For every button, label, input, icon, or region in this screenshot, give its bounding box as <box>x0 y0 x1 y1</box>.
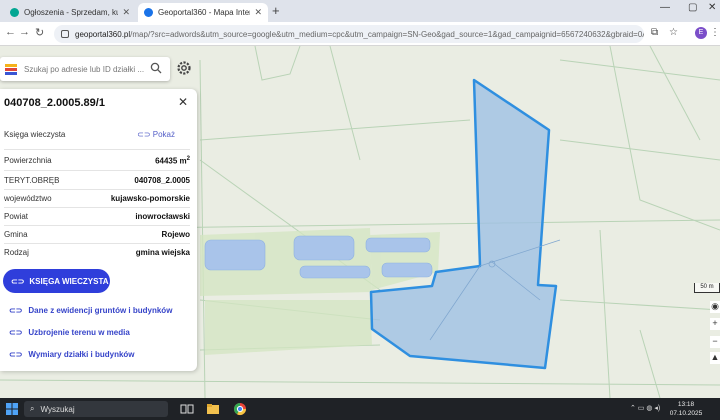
task-view-icon[interactable] <box>180 402 194 416</box>
locate-icon[interactable]: ◉ <box>710 301 720 313</box>
link-land-registry-data[interactable]: ⊂⊃ Dane z ewidencji gruntów i budynków <box>9 306 172 315</box>
field-value: inowrocławski <box>135 212 190 221</box>
field-value: Rojewo <box>161 230 190 239</box>
site-info-icon[interactable] <box>61 30 69 38</box>
minimize-icon[interactable]: — <box>660 2 670 13</box>
field-row-voivodeship: województwo kujawsko-pomorskie <box>4 194 190 203</box>
field-label: Gmina <box>4 230 28 239</box>
divider <box>4 207 190 208</box>
taskbar-search-input[interactable] <box>40 404 151 414</box>
field-label: województwo <box>4 194 52 203</box>
compass-icon[interactable]: ▲ <box>710 352 720 364</box>
tray-icons[interactable]: ⌃ ▭ ◍ ◂) <box>630 404 660 412</box>
field-value: gmina wiejska <box>135 248 190 257</box>
olx-favicon-icon <box>10 8 19 17</box>
maximize-icon[interactable]: ▢ <box>688 2 697 13</box>
close-window-icon[interactable]: ✕ <box>708 2 716 13</box>
field-value: 040708_2.0005 <box>134 176 190 185</box>
field-row-county: Powiat inowrocławski <box>4 212 190 221</box>
geoportal-logo-icon <box>5 64 17 75</box>
land-register-button[interactable]: ⊂⊃ KSIĘGA WIECZYSTA <box>3 269 110 293</box>
gear-icon[interactable] <box>174 58 194 78</box>
field-value: 64435 m2 <box>155 156 190 166</box>
kw-show-link[interactable]: ⊂⊃ Pokaż <box>137 130 175 139</box>
divider <box>4 225 190 226</box>
link-chain-icon: ⊂⊃ <box>137 130 151 139</box>
profile-avatar[interactable]: E <box>695 27 707 39</box>
clock-time: 13:18 <box>677 401 695 408</box>
map-search-box <box>0 57 170 81</box>
bookmark-star-icon[interactable]: ☆ <box>669 27 678 38</box>
field-label: Powiat <box>4 212 29 221</box>
file-explorer-icon[interactable] <box>206 402 220 416</box>
tab-label: Geoportal360 - Mapa Interakty <box>158 8 250 17</box>
search-icon[interactable] <box>150 62 162 74</box>
tab-ogloszenia[interactable]: Ogłoszenia - Sprzedam, kupię - ✕ <box>4 3 136 22</box>
zoom-out-icon[interactable]: − <box>710 336 720 348</box>
divider <box>4 243 190 244</box>
link-chain-icon: ⊂⊃ <box>9 350 23 359</box>
taskbar-search[interactable]: ⌕ <box>24 401 168 417</box>
link-utilities[interactable]: ⊂⊃ Uzbrojenie terenu w media <box>9 328 130 337</box>
field-row-type: Rodzaj gmina wiejska <box>4 248 190 257</box>
search-input[interactable] <box>24 64 144 74</box>
windows-start-icon[interactable] <box>6 403 18 415</box>
kw-label: Księga wieczysta <box>4 130 66 139</box>
field-value: kujawsko-pomorskie <box>110 194 190 203</box>
divider <box>4 189 190 190</box>
url-path: /map/?src=adwords&utm_source=google&utm_… <box>130 29 644 39</box>
plus-icon[interactable]: + <box>272 3 280 18</box>
scale-bar: 50 m <box>694 283 720 293</box>
field-row-teryt: TERYT.OBRĘB 040708_2.0005 <box>4 176 190 185</box>
parcel-id-title: 040708_2.0005.89/1 <box>4 97 105 109</box>
field-label: Powierzchnia <box>4 156 52 165</box>
field-label: TERYT.OBRĘB <box>4 176 60 185</box>
search-icon: ⌕ <box>30 404 35 413</box>
close-icon[interactable]: ✕ <box>122 7 130 18</box>
kw-row: Księga wieczysta ⊂⊃ Pokaż <box>4 130 190 139</box>
link-chain-icon: ⊂⊃ <box>9 306 23 315</box>
divider <box>4 149 190 150</box>
menu-icon[interactable]: ⋮ <box>710 27 720 38</box>
close-icon[interactable]: ✕ <box>178 95 188 109</box>
link-chain-icon: ⊂⊃ <box>11 276 25 286</box>
tab-geoportal[interactable]: Geoportal360 - Mapa Interakty ✕ <box>138 3 268 22</box>
field-label: Rodzaj <box>4 248 29 257</box>
tab-label: Ogłoszenia - Sprzedam, kupię - <box>24 8 119 17</box>
back-icon[interactable]: ← <box>5 26 16 38</box>
divider <box>4 170 190 171</box>
link-dimensions[interactable]: ⊂⊃ Wymiary działki i budynków <box>9 350 135 359</box>
close-icon[interactable]: ✕ <box>254 7 262 18</box>
windows-taskbar: ⌕ ⌃ ▭ ◍ ◂) 13:18 07.10.2025 <box>0 398 720 420</box>
url-host: geoportal360.pl <box>75 29 131 39</box>
field-row-area: Powierzchnia 64435 m2 <box>4 156 190 166</box>
geoportal-favicon-icon <box>144 8 153 17</box>
install-app-icon[interactable]: ⧉ <box>651 27 658 38</box>
address-bar[interactable]: geoportal360.pl/map/?src=adwords&utm_sou… <box>54 25 644 43</box>
clock-date: 07.10.2025 <box>669 410 703 417</box>
browser-toolbar: ← → ↻ geoportal360.pl/map/?src=adwords&u… <box>0 22 720 46</box>
forward-icon[interactable]: → <box>19 26 30 38</box>
system-clock[interactable]: 13:18 07.10.2025 <box>668 400 704 418</box>
chrome-icon[interactable] <box>233 402 247 416</box>
link-chain-icon: ⊂⊃ <box>9 328 23 337</box>
parcel-info-panel: 040708_2.0005.89/1 ✕ Księga wieczysta ⊂⊃… <box>0 89 197 371</box>
field-row-commune: Gmina Rojewo <box>4 230 190 239</box>
reload-icon[interactable]: ↻ <box>35 26 44 39</box>
zoom-in-icon[interactable]: + <box>710 318 720 330</box>
browser-tab-strip: Ogłoszenia - Sprzedam, kupię - ✕ Geoport… <box>0 0 720 22</box>
